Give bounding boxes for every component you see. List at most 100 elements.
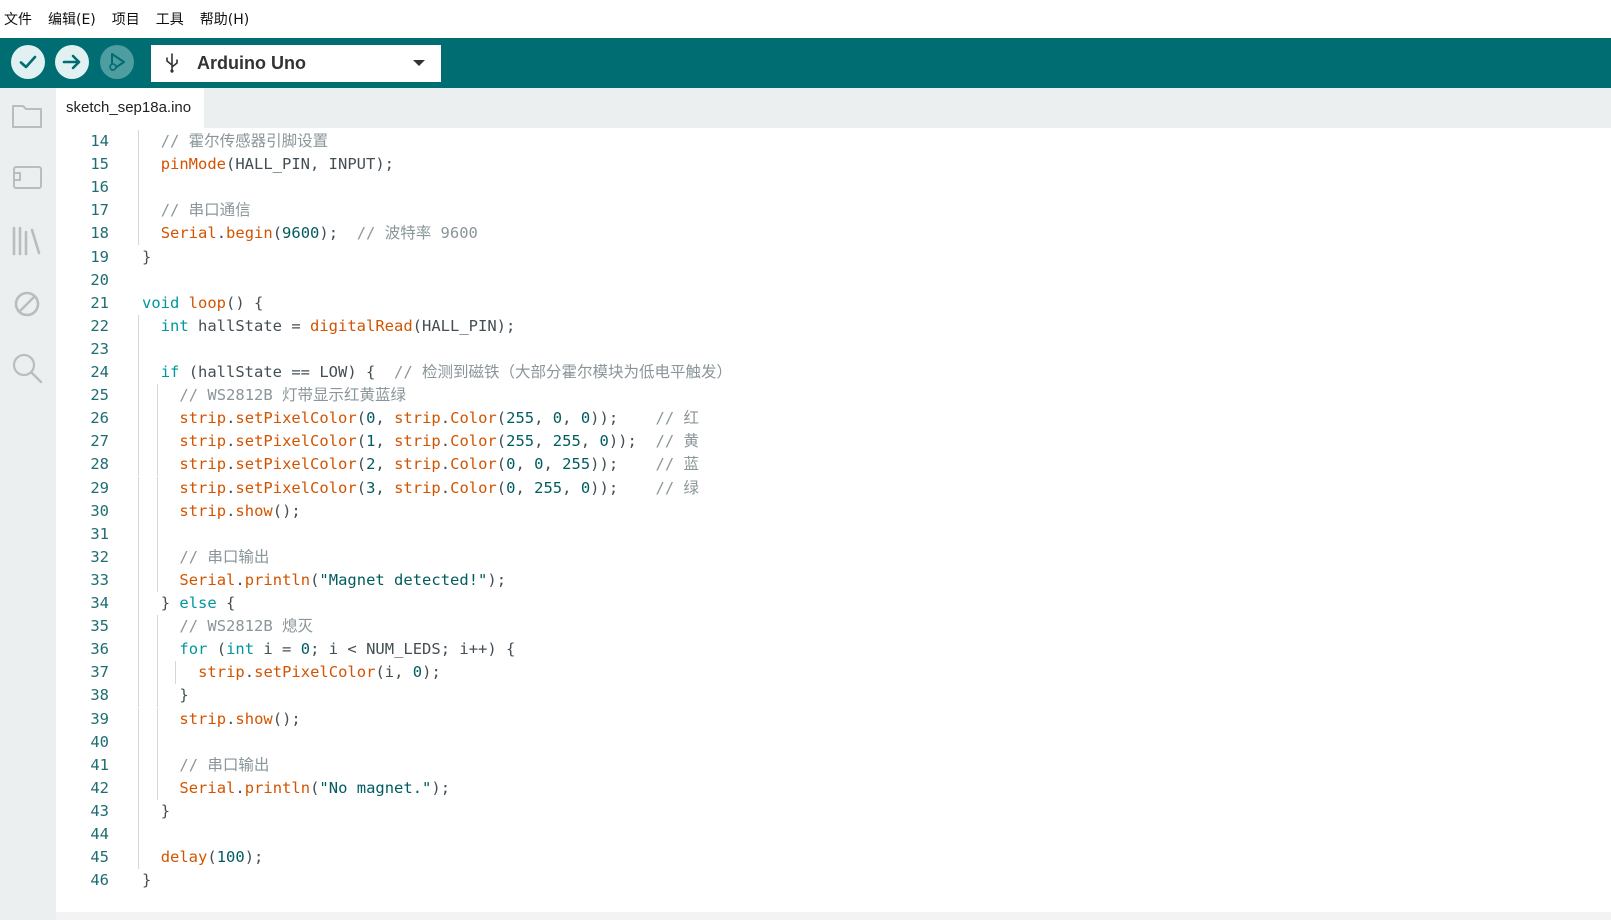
library-icon[interactable] [10,224,44,258]
code-token: , [543,455,563,474]
code-text: } [142,869,151,892]
indent-guide [156,545,158,569]
code-token: ); [431,778,451,797]
code-text: Serial.println("Magnet detected!"); [179,569,506,592]
indent-guide [138,130,139,153]
code-token: // 霍尔传感器引脚设置 [160,132,329,150]
code-line: 41 // 串口输出 [56,753,1611,777]
indent-guide [138,453,139,477]
line-number: 32 [90,547,109,566]
tab-sketch[interactable]: sketch_sep18a.ino [56,88,204,128]
chevron-down-icon[interactable] [413,60,425,66]
code-line: 29 strip.setPixelColor(3, strip.Color(0, … [56,476,1611,500]
code-text: } [179,684,188,707]
debug-disabled-icon[interactable] [10,287,44,321]
code-line: 33 Serial.println("Magnet detected!"); [56,568,1611,592]
line-number: 17 [90,201,109,220]
indent-guide [138,314,139,338]
indent-guide [138,730,139,754]
code-token: , [375,432,395,451]
code-line: 32 // 串口输出 [56,545,1611,569]
code-token: ; i < NUM_LEDS; i++) { [310,640,516,659]
horizontal-scrollbar[interactable] [56,912,1611,920]
line-number: 39 [90,709,109,728]
indent-guide [138,823,139,846]
code-line: 24 if (hallState == LOW) { // 检测到磁铁（大部分霍尔… [56,361,1611,384]
code-token: strip [179,455,227,474]
code-token: } [179,686,189,705]
line-number: 23 [90,339,109,358]
code-text: Serial.begin(9600); // 波特率 9600 [161,222,478,245]
board-manager-icon[interactable] [10,160,44,194]
code-token: , [534,432,553,451]
search-icon[interactable] [10,351,44,385]
line-number: 35 [90,617,109,636]
debug-button[interactable] [100,45,134,79]
indent-guide [138,661,139,685]
menu-edit[interactable]: 编辑(E) [48,9,96,29]
code-token: 0 [580,409,591,428]
code-text: strip.setPixelColor(0, strip.Color(255, … [179,407,699,430]
indent-guide [138,222,139,246]
indent-guide [138,430,139,454]
indent-guide [156,661,158,685]
code-token: ( [496,478,507,497]
code-token: strip [394,409,441,428]
code-line: 34} else { [56,592,1611,615]
code-line: 14 // 霍尔传感器引脚设置 [56,130,1611,153]
code-token: { [216,594,236,612]
code-token: ( [496,455,507,474]
code-token: 9600 [282,224,320,243]
code-token: strip [179,409,227,428]
code-token: i = [254,640,301,659]
code-text: } [161,800,170,823]
menu-tools[interactable]: 工具 [156,9,184,29]
code-editor[interactable]: 14 // 霍尔传感器引脚设置 15 pinMode(HALL_PIN, INPUT)… [56,128,1611,920]
indent-guide [138,568,139,592]
code-token: strip [394,432,441,451]
code-text: // 串口通信 [161,199,251,222]
menu-help[interactable]: 帮助(H) [200,9,249,29]
code-token: . [244,663,255,682]
code-token: , [375,478,395,497]
code-token: , [562,478,581,497]
code-token: pinMode [160,155,227,174]
indent-guide [138,176,139,200]
code-line: 18 Serial.begin(9600); // 波特率 9600 [56,222,1611,246]
indent-guide [138,384,139,408]
code-line: 42 Serial.println("No magnet."); [56,776,1611,800]
board-selector[interactable]: Arduino Uno [151,45,441,82]
line-number: 28 [90,455,109,474]
indent-guide [138,638,139,662]
menu-file[interactable]: 文件 [4,9,32,29]
code-token: ( [310,778,320,797]
code-line: 45 delay(100); [56,846,1611,870]
code-token: . [226,709,236,728]
menu-sketch[interactable]: 项目 [112,9,140,29]
line-number: 26 [90,409,109,428]
code-text: strip.show(); [179,500,300,523]
code-token: ); [319,224,357,243]
upload-button[interactable] [55,45,89,79]
code-token: println [244,570,311,589]
code-token: // 串口通信 [160,201,251,220]
code-token: 0 [300,640,311,659]
indent-guide [138,707,139,731]
code-token: Serial [179,778,236,797]
code-token: (); [272,501,301,520]
folder-icon[interactable] [10,98,44,132]
code-line: 46} [56,869,1611,892]
indent-guide [138,545,139,569]
code-text: // WS2812B 灯带显示红黄蓝绿 [179,384,406,407]
code-token: strip [179,432,227,451]
menu-bar: 文件 编辑(E) 项目 工具 帮助(H) [0,0,1611,38]
line-number: 37 [90,663,109,682]
line-number: 34 [90,594,109,612]
line-number: 33 [90,570,109,589]
code-line: 15 pinMode(HALL_PIN, INPUT); [56,153,1611,177]
code-line: 23 [56,337,1611,361]
verify-button[interactable] [11,45,45,79]
code-token: if [160,363,180,381]
line-number: 44 [90,825,109,843]
toolbar: Arduino Uno [0,38,1611,88]
